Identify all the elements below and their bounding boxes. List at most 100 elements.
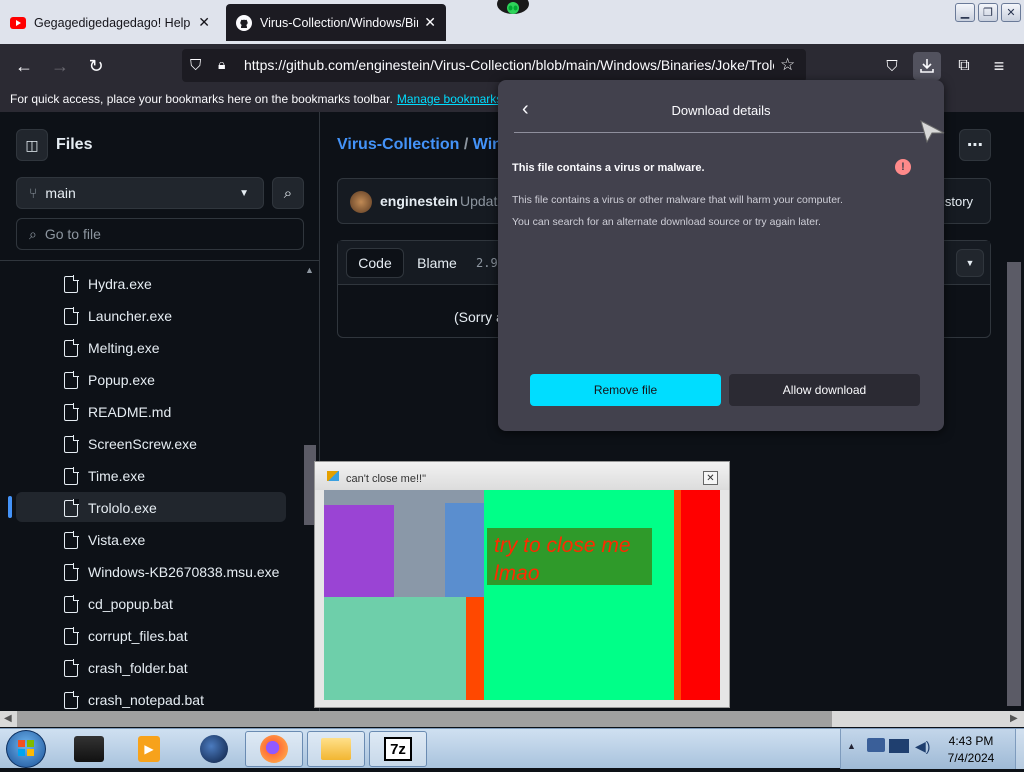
- joke-window[interactable]: can't close me!!" ✕ try to close me lmao: [314, 461, 730, 708]
- file-name: Popup.exe: [88, 372, 155, 388]
- show-hidden-icons[interactable]: ▲: [847, 741, 856, 751]
- file-item[interactable]: Time.exe: [64, 460, 284, 492]
- globe-icon[interactable]: [185, 731, 243, 767]
- display-icon[interactable]: [889, 739, 909, 753]
- clock-time[interactable]: 4:43 PM: [939, 734, 1003, 748]
- divider: [0, 260, 320, 261]
- github-icon: [236, 14, 252, 31]
- allow-download-button[interactable]: Allow download: [729, 374, 920, 406]
- show-desktop-button[interactable]: [1015, 729, 1024, 769]
- go-to-file-input[interactable]: ⌕ Go to file: [16, 218, 304, 250]
- tab-blame[interactable]: Blame: [408, 248, 466, 278]
- binary-notice: (Sorry a: [454, 309, 504, 325]
- speaker-icon[interactable]: ◀): [915, 738, 930, 755]
- file-item[interactable]: Launcher.exe: [64, 300, 284, 332]
- avatar[interactable]: [350, 191, 372, 213]
- start-button[interactable]: [6, 730, 46, 768]
- horizontal-scrollbar[interactable]: ◀ ▶: [0, 711, 1024, 727]
- media-player-icon[interactable]: ▶: [120, 731, 178, 767]
- forward-icon[interactable]: →: [46, 52, 74, 80]
- file-icon: [64, 339, 79, 357]
- chevron-down-icon[interactable]: ▼: [956, 249, 984, 277]
- error-icon: !: [895, 159, 911, 175]
- file-item[interactable]: Popup.exe: [64, 364, 284, 396]
- scroll-up-icon[interactable]: ▲: [305, 265, 314, 275]
- file-item[interactable]: corrupt_files.bat: [64, 620, 284, 652]
- file-item[interactable]: Windows-KB2670838.msu.exe: [64, 556, 284, 588]
- file-item[interactable]: ScreenScrew.exe: [64, 428, 284, 460]
- reload-icon[interactable]: ↻: [82, 52, 110, 80]
- file-item[interactable]: cd_popup.bat: [64, 588, 284, 620]
- file-tree-sidebar: ◫ Files ⑂ main ▼ ⌕ ⌕ Go to file ▲ Hydra.…: [0, 112, 320, 712]
- remove-file-button[interactable]: Remove file: [530, 374, 721, 406]
- branch-selector[interactable]: ⑂ main ▼: [16, 177, 264, 209]
- manage-bookmarks-link[interactable]: Manage bookmarks...: [397, 92, 512, 106]
- file-item[interactable]: crash_folder.bat: [64, 652, 284, 684]
- file-item[interactable]: Vista.exe: [64, 524, 284, 556]
- more-options-icon[interactable]: ⋯: [959, 129, 991, 161]
- youtube-icon: [10, 15, 26, 31]
- extensions-icon[interactable]: ⧉: [950, 52, 978, 80]
- file-item[interactable]: README.md: [64, 396, 284, 428]
- scroll-right-icon[interactable]: ▶: [1010, 713, 1018, 724]
- tab-code[interactable]: Code: [346, 248, 404, 278]
- file-name: Hydra.exe: [88, 276, 152, 292]
- file-name: Windows-KB2670838.msu.exe: [88, 564, 280, 580]
- collapse-sidebar-icon[interactable]: ◫: [16, 129, 48, 161]
- warning-body-1: This file contains a virus or other malw…: [512, 194, 843, 206]
- page-scrollbar[interactable]: [1007, 262, 1021, 706]
- lock-icon[interactable]: 🔒︎: [218, 56, 225, 73]
- pocket-icon[interactable]: ⛉: [878, 52, 906, 80]
- file-icon: [64, 307, 79, 325]
- joke-message: try to close me lmao: [494, 532, 631, 588]
- title-bar[interactable]: can't close me!!" ✕: [315, 462, 729, 490]
- download-details-panel: ‹ Download details This file contains a …: [498, 80, 944, 431]
- orange-block: [466, 597, 484, 700]
- file-item[interactable]: Melting.exe: [64, 332, 284, 364]
- device-icon[interactable]: [60, 731, 118, 767]
- network-icon[interactable]: [867, 738, 885, 752]
- firefox-icon[interactable]: [245, 731, 303, 767]
- scrollbar-thumb[interactable]: [17, 711, 832, 727]
- file-icon: [64, 275, 79, 293]
- tab-strip: Gegagedigedagedago! Help tha ✕ Virus-Col…: [0, 0, 1024, 44]
- clock-date[interactable]: 7/4/2024: [939, 751, 1003, 765]
- explorer-icon[interactable]: [307, 731, 365, 767]
- scroll-left-icon[interactable]: ◀: [4, 713, 12, 724]
- tab-github[interactable]: Virus-Collection/Windows/Bina ✕: [226, 4, 446, 41]
- divider: [514, 132, 928, 133]
- close-tab-icon[interactable]: ✕: [418, 14, 436, 31]
- close-tab-icon[interactable]: ✕: [192, 14, 210, 31]
- breadcrumb-repo-link[interactable]: Virus-Collection: [337, 136, 459, 153]
- file-item-selected[interactable]: Trololo.exe: [64, 492, 284, 524]
- commit-message[interactable]: Updat: [460, 193, 497, 209]
- warning-title: This file contains a virus or malware.: [512, 162, 705, 174]
- downloads-icon[interactable]: [913, 52, 941, 80]
- file-icon: [64, 499, 79, 517]
- bookmark-star-icon[interactable]: ☆: [780, 55, 795, 75]
- url-bar[interactable]: ⛉ 🔒︎ https://github.com/enginestein/Viru…: [182, 49, 806, 82]
- mouse-cursor-icon: [920, 120, 945, 144]
- file-icon: [64, 403, 79, 421]
- file-icon: [64, 627, 79, 645]
- chevron-down-icon: ▼: [239, 187, 249, 199]
- warning-body-2: You can search for an alternate download…: [512, 216, 821, 228]
- 7zip-icon[interactable]: 7z: [369, 731, 427, 767]
- url-text[interactable]: https://github.com/enginestein/Virus-Col…: [244, 57, 774, 73]
- close-icon[interactable]: ✕: [703, 471, 718, 485]
- files-title: Files: [56, 136, 93, 153]
- menu-icon[interactable]: ≡: [985, 52, 1013, 80]
- tab-youtube[interactable]: Gegagedigedagedago! Help tha ✕: [0, 4, 220, 41]
- joke-canvas[interactable]: try to close me lmao: [324, 490, 720, 700]
- file-name: Time.exe: [88, 468, 146, 484]
- back-icon[interactable]: ←: [10, 52, 38, 80]
- minimize-button[interactable]: ▁: [955, 3, 975, 22]
- maximize-button[interactable]: ❐: [978, 3, 998, 22]
- close-window-button[interactable]: ✕: [1001, 3, 1021, 22]
- history-button[interactable]: istory: [942, 194, 973, 209]
- search-icon[interactable]: ⌕: [272, 177, 304, 209]
- commit-author[interactable]: enginestein: [380, 193, 458, 209]
- shield-icon[interactable]: ⛉: [190, 57, 201, 74]
- file-icon: [64, 467, 79, 485]
- file-item[interactable]: Hydra.exe: [64, 268, 284, 300]
